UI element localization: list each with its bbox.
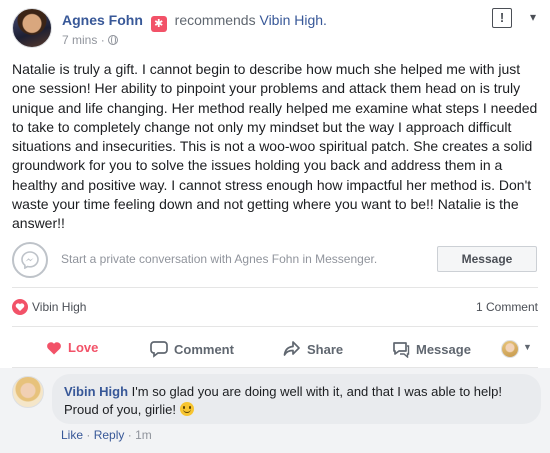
commenter-name-link[interactable]: Vibin High	[64, 384, 128, 399]
love-button[interactable]: Love	[46, 340, 98, 356]
post-header: Agnes Fohn ✱ recommends Vibin High. 7 mi…	[12, 8, 538, 52]
message-icon	[393, 342, 410, 359]
globe-icon[interactable]	[108, 35, 119, 45]
post-text: Natalie is truly a gift. I cannot begin …	[12, 61, 538, 232]
post-timestamp[interactable]: 7 mins	[62, 33, 97, 47]
comment-bubble: Vibin High I'm so glad you are doing wel…	[52, 374, 541, 424]
heart-icon	[12, 299, 28, 315]
chevron-down-icon[interactable]: ▼	[523, 342, 532, 352]
messenger-icon	[12, 242, 48, 278]
comment-like-link[interactable]: Like	[61, 428, 83, 442]
post-header-line: Agnes Fohn ✱ recommends Vibin High.	[62, 12, 327, 32]
post-meta: 7 mins ·	[62, 33, 119, 47]
message-button[interactable]: Message	[437, 246, 537, 272]
comment-button[interactable]: Comment	[150, 340, 234, 358]
report-icon[interactable]: !	[492, 8, 512, 28]
comment-separator: ·	[86, 428, 91, 442]
share-label: Share	[307, 342, 344, 357]
share-icon	[283, 341, 300, 356]
comment-time[interactable]: 1m	[135, 428, 152, 442]
love-label: Love	[68, 340, 99, 355]
comment-label: Comment	[174, 342, 234, 357]
comment-separator: ·	[127, 428, 132, 442]
comment-reply-link[interactable]: Reply	[94, 428, 125, 442]
reaction-summary: Vibin High 1 Comment	[12, 297, 538, 317]
action-bar: Love Comment Share Message ▼	[12, 334, 538, 364]
comment-actions: Like · Reply · 1m	[61, 428, 152, 442]
chevron-down-icon[interactable]: ▾	[530, 10, 536, 24]
divider	[12, 326, 538, 327]
author-avatar[interactable]	[12, 8, 52, 48]
messenger-prompt: Start a private conversation with Agnes …	[61, 252, 378, 266]
comment-text: I'm so glad you are doing well with it, …	[64, 384, 502, 417]
commenter-avatar[interactable]	[12, 376, 44, 408]
heart-icon	[47, 342, 61, 355]
meta-separator: ·	[100, 33, 105, 47]
share-button[interactable]: Share	[283, 340, 343, 358]
messenger-bar: Start a private conversation with Agnes …	[12, 242, 538, 278]
comment-section: Vibin High I'm so glad you are doing wel…	[0, 368, 550, 453]
divider	[12, 287, 538, 288]
comment-icon	[150, 341, 168, 358]
recommends-text: recommends	[174, 12, 256, 28]
author-name-link[interactable]: Agnes Fohn	[62, 12, 143, 28]
reaction-by-page[interactable]: Vibin High	[32, 300, 86, 314]
acting-as-avatar[interactable]	[501, 340, 519, 358]
smile-emoji-icon	[179, 402, 194, 416]
comment-count-link[interactable]: 1 Comment	[476, 300, 538, 314]
message-label: Message	[416, 342, 471, 357]
recommendation-icon: ✱	[150, 16, 167, 32]
page-name-link[interactable]: Vibin High.	[259, 12, 326, 28]
message-action-button[interactable]: Message	[392, 340, 471, 359]
